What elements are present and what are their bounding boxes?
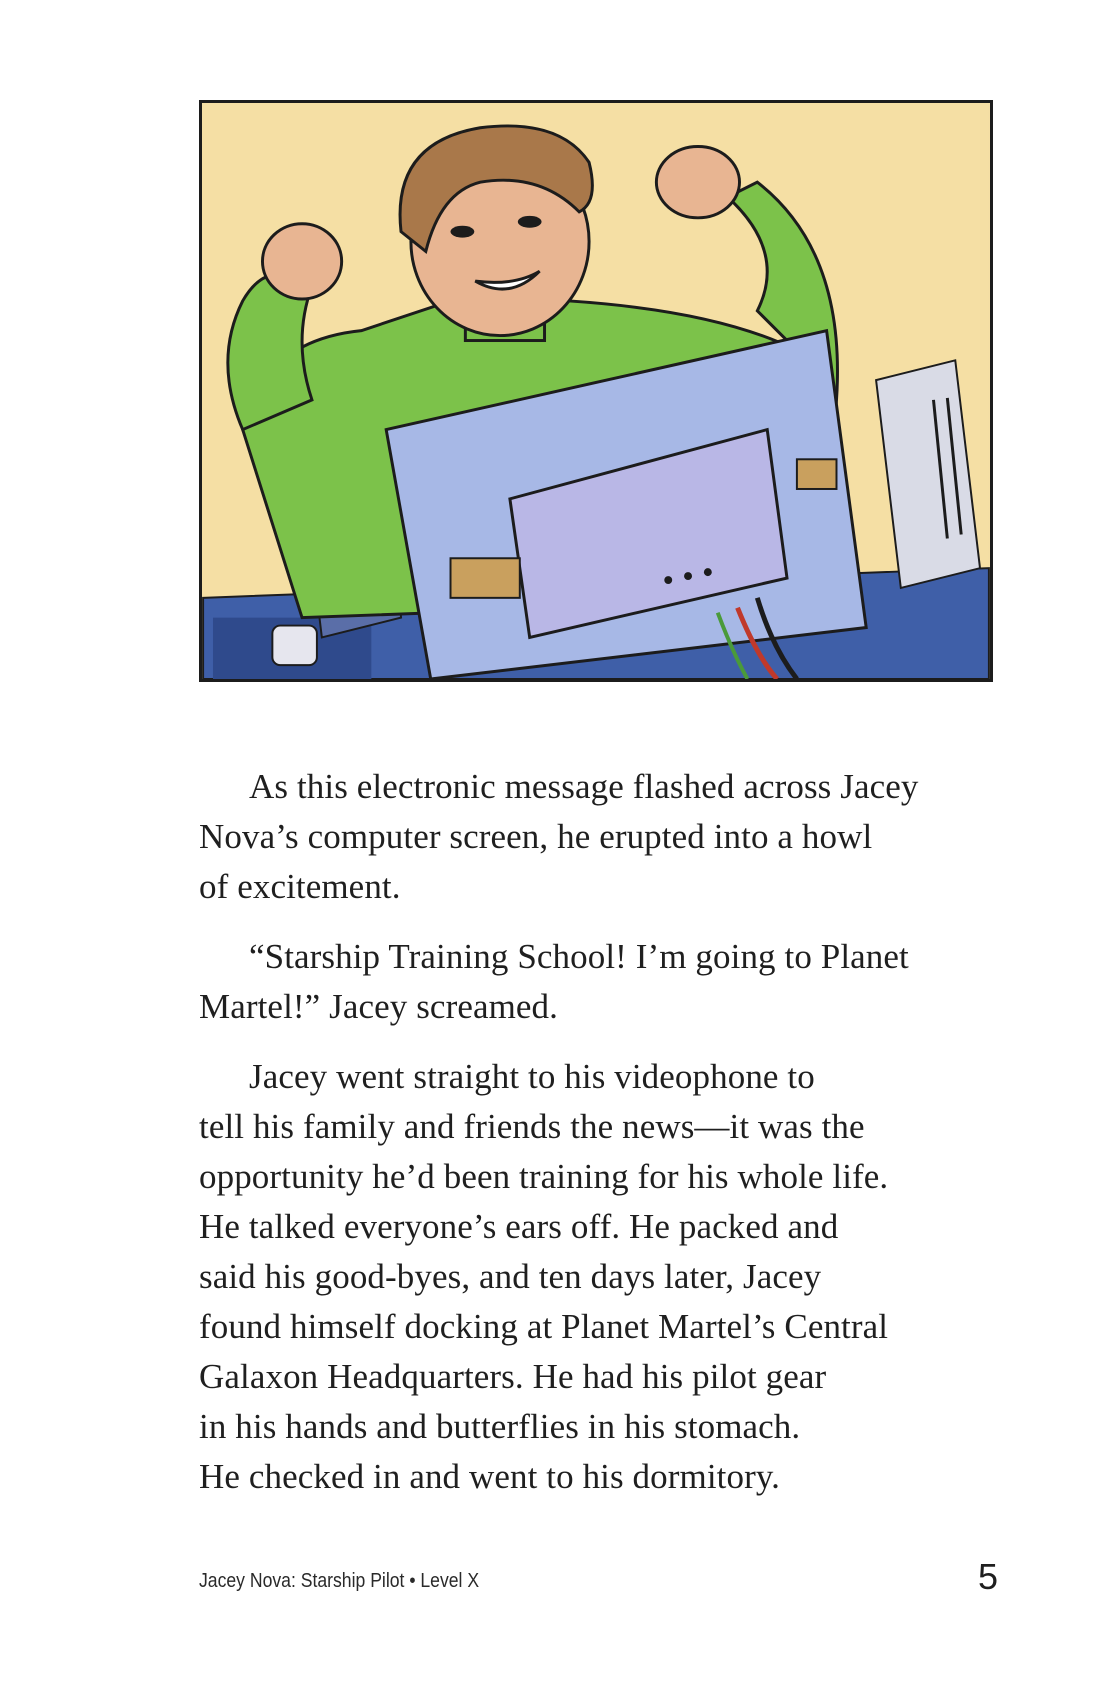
story-illustration: [199, 100, 993, 682]
text-line: He checked in and went to his dormitory.: [199, 1457, 781, 1496]
right-fist: [654, 145, 741, 220]
text-line: said his good-byes, and ten days later, …: [199, 1257, 822, 1296]
text-line: Jacey went straight to his videophone to: [249, 1057, 815, 1096]
paragraph-3: Jacey went straight to his videophone to…: [199, 1052, 999, 1502]
text-line: in his hands and butterflies in his stom…: [199, 1407, 801, 1446]
text-line: tell his family and friends the news—it …: [199, 1107, 865, 1146]
text-line: of excitement.: [199, 867, 401, 906]
text-line: found himself docking at Planet Martel’s…: [199, 1307, 889, 1346]
text-line: Nova’s computer screen, he erupted into …: [199, 817, 873, 856]
story-text: As this electronic message flashed acros…: [199, 762, 999, 1522]
text-line: He talked everyone’s ears off. He packed…: [199, 1207, 839, 1246]
page-number: 5: [977, 1556, 998, 1597]
paragraph-1: As this electronic message flashed acros…: [199, 762, 999, 912]
book-title-footer: Jacey Nova: Starship Pilot • Level X: [199, 1570, 480, 1592]
text-line: Galaxon Headquarters. He had his pilot g…: [199, 1357, 827, 1396]
mouse: [271, 624, 318, 667]
vent-grille: [449, 557, 521, 599]
text-line: As this electronic message flashed acros…: [249, 767, 919, 806]
text-line: Martel!” Jacey screamed.: [199, 987, 558, 1026]
paragraph-2: “Starship Training School! I’m going to …: [199, 932, 999, 1032]
boy-cheering-illustration: [202, 103, 990, 679]
text-line: “Starship Training School! I’m going to …: [249, 937, 909, 976]
left-fist: [260, 222, 344, 301]
text-line: opportunity he’d been training for his w…: [199, 1157, 889, 1196]
